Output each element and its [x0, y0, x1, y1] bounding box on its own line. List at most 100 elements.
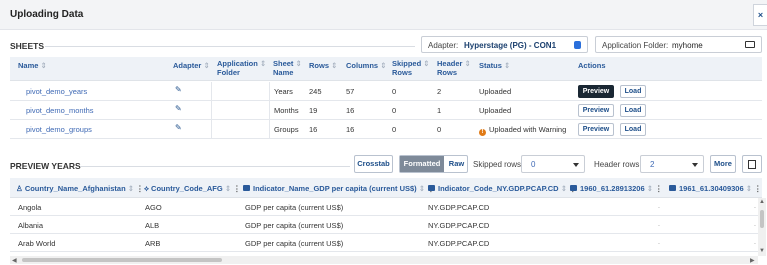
col-header-columns[interactable]: Columns ⇕	[346, 61, 386, 70]
col-header-name[interactable]: Name ⇕	[18, 61, 47, 70]
database-icon	[574, 41, 581, 49]
sort-icon: ⇕	[331, 61, 338, 70]
header-rows-label: Header rows:	[594, 160, 642, 169]
load-button[interactable]: Load	[620, 85, 646, 98]
col-header-application-folder[interactable]: Application ⇕ Folder	[217, 59, 266, 77]
cell: GDP per capita (current US$)	[245, 239, 344, 248]
sheet-name-link[interactable]: pivot_demo_groups	[26, 125, 92, 134]
title-bar: Uploading Data ×	[0, 0, 767, 30]
cell: GDP per capita (current US$)	[245, 221, 344, 230]
more-button[interactable]: More	[710, 155, 736, 173]
sheet-value: Months	[274, 106, 299, 115]
sort-icon: ⇕	[504, 61, 511, 70]
window-title: Uploading Data	[10, 9, 84, 20]
col-header-actions: Actions	[578, 61, 606, 70]
columns-value: 16	[346, 125, 355, 134]
application-folder-select[interactable]: Application Folder: myhome	[595, 36, 762, 53]
sheet-name-link[interactable]: pivot_demo_years	[26, 87, 87, 96]
cell: Arab World	[18, 239, 56, 248]
sheet-value: Years	[274, 87, 293, 96]
sort-icon: ⇕	[464, 59, 471, 68]
close-button[interactable]: ×	[753, 4, 767, 26]
col-header-sheet-name[interactable]: Sheet ⇕ Name	[273, 59, 302, 77]
application-folder-value: myhome	[672, 41, 703, 50]
horizontal-scrollbar[interactable]: ◀ ▶	[10, 256, 758, 264]
cell: ALB	[145, 221, 160, 230]
scroll-down-icon: ▼	[759, 248, 765, 254]
edit-pencil-icon[interactable]: ✎	[175, 86, 182, 94]
measure-type-icon	[243, 185, 250, 191]
cell: .	[658, 203, 660, 210]
chevron-down-icon	[573, 163, 579, 167]
col-header-skipped-rows[interactable]: Skipped ⇕ Rows	[392, 59, 430, 77]
sheet-name-link[interactable]: pivot_demo_months	[26, 106, 94, 115]
col-header-status[interactable]: Status ⇕	[479, 61, 510, 70]
edit-pencil-icon[interactable]: ✎	[175, 124, 182, 132]
preview-button[interactable]: Preview	[578, 85, 614, 98]
adapter-value: Hyperstage (PG) - CON1	[464, 41, 557, 50]
col-header-header-rows[interactable]: Header ⇕ Rows	[437, 59, 471, 77]
cell: .	[754, 203, 756, 210]
column-settings-button[interactable]	[742, 155, 762, 173]
crosstab-button[interactable]: Crosstab	[354, 155, 393, 173]
scroll-up-icon: ▲	[759, 199, 765, 205]
table-row: Angola AGO GDP per capita (current US$) …	[10, 199, 762, 216]
preview-col-header[interactable]: 1960_61.28913206 ⇕ ⋮	[570, 184, 663, 193]
scrollbar-thumb[interactable]	[22, 258, 222, 262]
header-rows-select[interactable]: 2	[640, 155, 704, 173]
adapter-select[interactable]: Adapter: Hyperstage (PG) - CON1	[421, 36, 588, 53]
edit-pencil-icon[interactable]: ✎	[175, 105, 182, 113]
header-rows-value: 2	[650, 160, 655, 169]
header-value: 0	[437, 125, 442, 134]
text-type-icon: ♙	[16, 184, 25, 193]
sort-icon: ⇕	[380, 61, 387, 70]
preview-col-header[interactable]: ⟡ Country_Code_AFG ⇕ ⋮	[144, 184, 241, 194]
preview-col-header[interactable]: 1961_61.30409306 ⇕ ⋮	[669, 184, 762, 193]
table-row: Arab World ARB GDP per capita (current U…	[10, 235, 762, 252]
divider	[45, 46, 415, 47]
cell: .	[658, 221, 660, 228]
table-row: pivot_demo_groups ✎ Groups 16 16 0 0 ! Up…	[10, 120, 762, 139]
status-warning: ! Uploaded with Warning	[479, 125, 566, 136]
rows-value: 16	[309, 125, 318, 134]
scrollbar-thumb[interactable]	[760, 210, 764, 228]
preview-button[interactable]: Preview	[578, 123, 614, 136]
load-button[interactable]: Load	[620, 123, 646, 136]
chevron-down-icon	[692, 163, 698, 167]
vertical-scrollbar[interactable]: ▲ ▼	[758, 198, 766, 256]
folder-icon[interactable]	[745, 41, 755, 48]
formatted-button[interactable]: Formatted	[400, 156, 444, 172]
sort-icon: ⇕	[259, 59, 267, 68]
cell: NY.GDP.PCAP.CD	[428, 203, 490, 212]
preview-table-header: ♙ Country_Name_Afghanistan ⇕ ⋮ ⟡ Country_…	[10, 178, 762, 198]
header-value: 2	[437, 87, 442, 96]
col-header-adapter[interactable]: Adapter ⇕	[173, 61, 210, 70]
skipped-rows-select[interactable]: 0	[521, 155, 585, 173]
skipped-value: 0	[392, 125, 397, 134]
cell: .	[754, 239, 756, 246]
columns-value: 57	[346, 87, 355, 96]
preview-col-header[interactable]: Indicator_Code_NY.GDP.PCAP.CD ⇕⋮	[428, 184, 576, 193]
raw-button[interactable]: Raw	[446, 156, 467, 172]
preview-col-header[interactable]: ♙ Country_Name_Afghanistan ⇕ ⋮	[16, 184, 144, 193]
text-type-icon: ⟡	[144, 184, 152, 193]
sheets-table-header: Name ⇕ Adapter ⇕ Application ⇕ Folder She…	[10, 57, 762, 81]
cell: .	[658, 239, 660, 246]
col-header-rows[interactable]: Rows ⇕	[309, 61, 337, 70]
status-text: Uploaded	[479, 87, 512, 96]
skipped-value: 0	[392, 106, 397, 115]
cell: GDP per capita (current US$)	[245, 203, 344, 212]
sheet-value: Groups	[274, 125, 299, 134]
preview-col-header[interactable]: Indicator_Name_GDP per capita (current U…	[243, 184, 435, 193]
application-folder-label: Application Folder:	[602, 41, 669, 50]
preview-button[interactable]: Preview	[578, 104, 614, 117]
cell: AGO	[145, 203, 162, 212]
table-row: pivot_demo_years ✎ Years 245 57 0 2 Uplo…	[10, 82, 762, 101]
table-row: pivot_demo_months ✎ Months 19 16 0 1 Upl…	[10, 101, 762, 120]
cell: .	[754, 221, 756, 228]
sheets-section-label: SHEETS	[10, 41, 45, 51]
format-toggle: Formatted Raw	[399, 155, 468, 173]
skipped-value: 0	[392, 87, 397, 96]
sort-icon: ⇕	[40, 61, 47, 70]
load-button[interactable]: Load	[620, 104, 646, 117]
